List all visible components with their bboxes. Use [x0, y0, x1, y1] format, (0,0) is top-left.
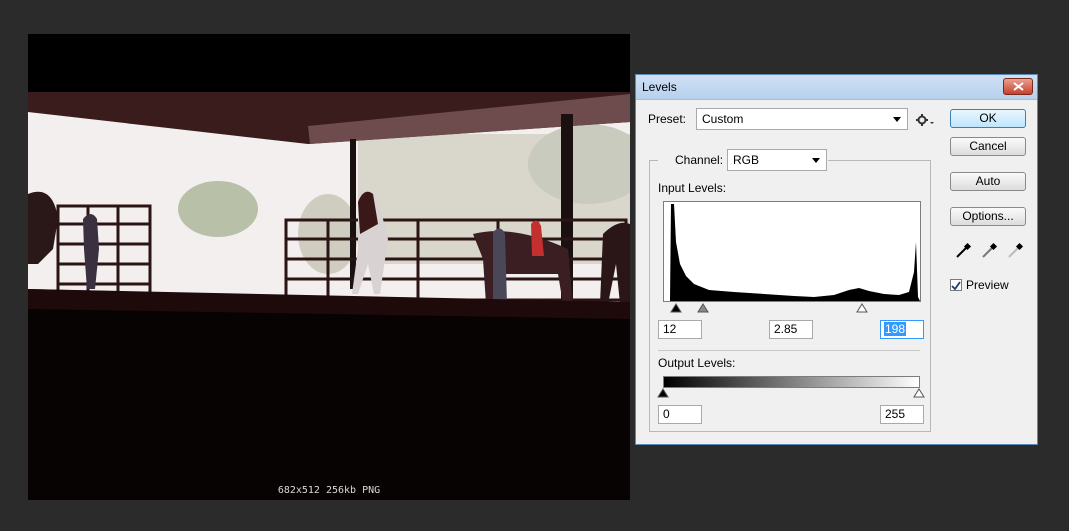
channel-label: Channel:	[675, 153, 724, 167]
output-white-slider[interactable]	[913, 388, 925, 398]
dialog-title: Levels	[642, 80, 677, 94]
output-gradient-bar	[663, 376, 920, 388]
channel-value: RGB	[733, 153, 760, 167]
input-levels-label: Input Levels:	[658, 181, 727, 195]
black-eyedropper-icon[interactable]	[954, 242, 972, 260]
checkmark-icon	[951, 281, 961, 291]
input-white-field[interactable]: 198	[880, 320, 924, 339]
divider	[658, 350, 920, 351]
preview-label: Preview	[966, 278, 1009, 292]
cancel-button[interactable]: Cancel	[950, 137, 1026, 156]
input-black-field[interactable]: 12	[658, 320, 702, 339]
auto-button[interactable]: Auto	[950, 172, 1026, 191]
chevron-down-icon	[893, 117, 901, 122]
output-black-slider[interactable]	[657, 388, 669, 398]
chevron-down-icon	[812, 158, 820, 163]
preset-label: Preset:	[648, 112, 687, 126]
input-gamma-field[interactable]: 2.85	[769, 320, 813, 339]
preset-value: Custom	[702, 112, 744, 126]
gray-eyedropper-icon[interactable]	[980, 242, 998, 260]
histogram-graph	[664, 204, 920, 301]
ok-button[interactable]: OK	[950, 109, 1026, 128]
close-button[interactable]	[1003, 78, 1033, 95]
close-icon	[1013, 82, 1024, 91]
input-gamma-slider[interactable]	[697, 303, 709, 313]
input-black-slider[interactable]	[670, 303, 682, 313]
levels-dialog: Levels Preset: Custom Channel: RGB Input…	[635, 74, 1038, 445]
output-levels-label: Output Levels:	[658, 356, 736, 370]
arena-photo	[28, 92, 630, 500]
options-button[interactable]: Options...	[950, 207, 1026, 226]
gear-icon[interactable]	[916, 113, 934, 127]
image-canvas[interactable]: 682x512 256kb PNG	[28, 34, 630, 500]
dialog-titlebar[interactable]: Levels	[636, 75, 1037, 100]
output-white-field[interactable]: 255	[880, 405, 924, 424]
channel-dropdown[interactable]: RGB	[727, 149, 827, 171]
preview-checkbox[interactable]	[950, 279, 962, 291]
output-black-field[interactable]: 0	[658, 405, 702, 424]
histogram	[663, 201, 921, 302]
white-eyedropper-icon[interactable]	[1006, 242, 1024, 260]
document-info: 682x512 256kb PNG	[277, 485, 381, 496]
input-white-slider[interactable]	[856, 303, 868, 313]
preset-dropdown[interactable]: Custom	[696, 108, 908, 130]
